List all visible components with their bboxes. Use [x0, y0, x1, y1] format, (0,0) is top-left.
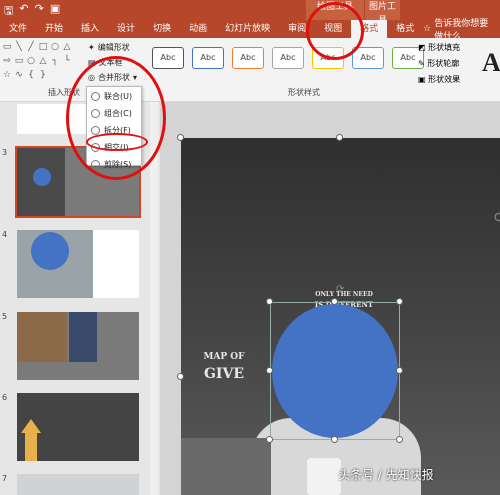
- slide-number: 7: [2, 474, 8, 483]
- annotation-circle-intersect: [86, 133, 148, 151]
- edit-shape-icon: ✦: [88, 43, 95, 52]
- tab-home[interactable]: 开始: [36, 20, 72, 38]
- slide-number: 5: [2, 312, 8, 321]
- slide-number: 4: [2, 230, 8, 239]
- arrow-shape-icon[interactable]: ⇨: [2, 56, 12, 68]
- chalk-text: GIVE: [203, 366, 245, 382]
- edit-shape-button[interactable]: ✦ 编辑形状: [88, 42, 130, 53]
- shape-effects-button[interactable]: ▣ 形状效果: [418, 74, 460, 85]
- ribbon-tabs: 文件 开始 插入 设计 切换 动画 幻灯片放映 审阅 视图 格式 格式 ☆ 告诉…: [0, 19, 500, 42]
- shape-outline-button[interactable]: ✎ 形状轮廓: [418, 58, 460, 69]
- coffee-cup: [307, 458, 341, 495]
- undo-icon[interactable]: ↶: [19, 2, 28, 21]
- tab-transitions[interactable]: 切换: [144, 20, 180, 38]
- triangle-shape-icon[interactable]: △: [62, 42, 72, 54]
- shape-resize-handle[interactable]: [396, 436, 403, 443]
- shape-resize-handle[interactable]: [331, 298, 338, 305]
- shape-resize-handle[interactable]: [396, 298, 403, 305]
- save-icon[interactable]: 🖫: [4, 2, 13, 21]
- corner-shape-icon[interactable]: ┐: [50, 56, 60, 68]
- shape-format-commands: ◩ 形状填充 ✎ 形状轮廓 ▣ 形状效果: [418, 42, 460, 85]
- tab-design[interactable]: 设计: [108, 20, 144, 38]
- shapes-gallery[interactable]: ▭ ╲ ╱ □ ○ △ ⇨ ▭ ○ △ ┐ └ ☆ ∿ { }: [2, 42, 82, 82]
- shape-resize-handle[interactable]: [266, 367, 273, 374]
- quick-access-toolbar: 🖫 ↶ ↷ ▣: [4, 2, 60, 21]
- watermark: 头条号 / 先知快报: [338, 468, 434, 482]
- brace-shape-icon[interactable]: {: [26, 70, 36, 82]
- shape-style-option[interactable]: Abc: [192, 47, 224, 69]
- thumbnail-photo: [17, 312, 67, 362]
- present-icon[interactable]: ▣: [50, 2, 60, 21]
- slide-thumbnail[interactable]: [17, 474, 139, 495]
- line-shape-icon[interactable]: ╱: [26, 42, 36, 54]
- tab-insert[interactable]: 插入: [72, 20, 108, 38]
- slide-thumbnail[interactable]: [17, 312, 139, 380]
- paint-bucket-icon: ◩: [418, 43, 426, 52]
- rotate-handle-icon[interactable]: ⟳: [494, 210, 500, 226]
- slide-resize-handle[interactable]: [177, 373, 184, 380]
- effects-icon: ▣: [418, 75, 426, 84]
- line-shape-icon[interactable]: ╲: [14, 42, 24, 54]
- circle-shape-icon[interactable]: ○: [26, 56, 36, 68]
- sofa: [181, 438, 271, 495]
- lightbulb-icon: ☆: [423, 24, 432, 34]
- brace-shape-icon[interactable]: }: [38, 70, 48, 82]
- shape-styles-gallery: Abc Abc Abc Abc Abc Abc Abc: [152, 47, 424, 69]
- shape-style-option[interactable]: Abc: [152, 47, 184, 69]
- thumbnail-circle: [31, 232, 69, 270]
- circle-shape-icon[interactable]: ○: [50, 42, 60, 54]
- tell-me-box[interactable]: ☆ 告诉我你想要做什么: [423, 19, 500, 42]
- slide-thumbnail[interactable]: [17, 393, 139, 461]
- pen-icon: ✎: [418, 59, 425, 68]
- slide-number: 3: [2, 148, 8, 157]
- shape-rotate-handle-icon[interactable]: ⟳: [336, 284, 344, 295]
- rect-shape-icon[interactable]: ▭: [2, 42, 12, 54]
- shape-resize-handle[interactable]: [266, 436, 273, 443]
- redo-icon[interactable]: ↷: [35, 2, 44, 21]
- thumbnail-arrow-shaft: [25, 433, 37, 461]
- tab-slideshow[interactable]: 幻灯片放映: [216, 20, 279, 38]
- square-shape-icon[interactable]: □: [38, 42, 48, 54]
- star-shape-icon[interactable]: ☆: [2, 70, 12, 82]
- annotation-circle-merge-menu: [66, 56, 166, 180]
- thumbnail-circle: [33, 168, 51, 186]
- shape-fill-button[interactable]: ◩ 形状填充: [418, 42, 460, 53]
- rect-shape-icon[interactable]: ▭: [14, 56, 24, 68]
- wordart-style[interactable]: A: [482, 48, 500, 78]
- title-bar: 🖫 ↶ ↷ ▣ 绘图工具 图片工具: [0, 0, 500, 26]
- shape-style-option[interactable]: Abc: [352, 47, 384, 69]
- shape-resize-handle[interactable]: [396, 367, 403, 374]
- tab-animations[interactable]: 动画: [180, 20, 216, 38]
- annotation-circle-format-tab: [306, 2, 364, 60]
- tab-format-picture[interactable]: 格式: [387, 20, 423, 38]
- shape-styles-group-label: 形状样式: [288, 88, 320, 97]
- thumbnail-photo: [69, 312, 97, 362]
- tab-file[interactable]: 文件: [0, 20, 36, 38]
- slide-resize-handle[interactable]: [177, 134, 184, 141]
- shape-style-option[interactable]: Abc: [272, 47, 304, 69]
- slide-number: 6: [2, 393, 8, 402]
- chalk-text: MAP OF: [203, 352, 245, 362]
- shape-resize-handle[interactable]: [331, 436, 338, 443]
- curve-shape-icon[interactable]: ∿: [14, 70, 24, 82]
- slide-thumbnail[interactable]: [17, 230, 139, 298]
- picture-tools-label: 图片工具: [364, 0, 400, 26]
- shape-style-option[interactable]: Abc: [232, 47, 264, 69]
- slide-resize-handle[interactable]: [336, 134, 343, 141]
- blue-circle-shape[interactable]: [272, 304, 398, 438]
- shape-resize-handle[interactable]: [266, 298, 273, 305]
- thumbnail-arrow: [21, 419, 41, 433]
- bracket-shape-icon[interactable]: └: [62, 56, 72, 68]
- triangle-shape-icon[interactable]: △: [38, 56, 48, 68]
